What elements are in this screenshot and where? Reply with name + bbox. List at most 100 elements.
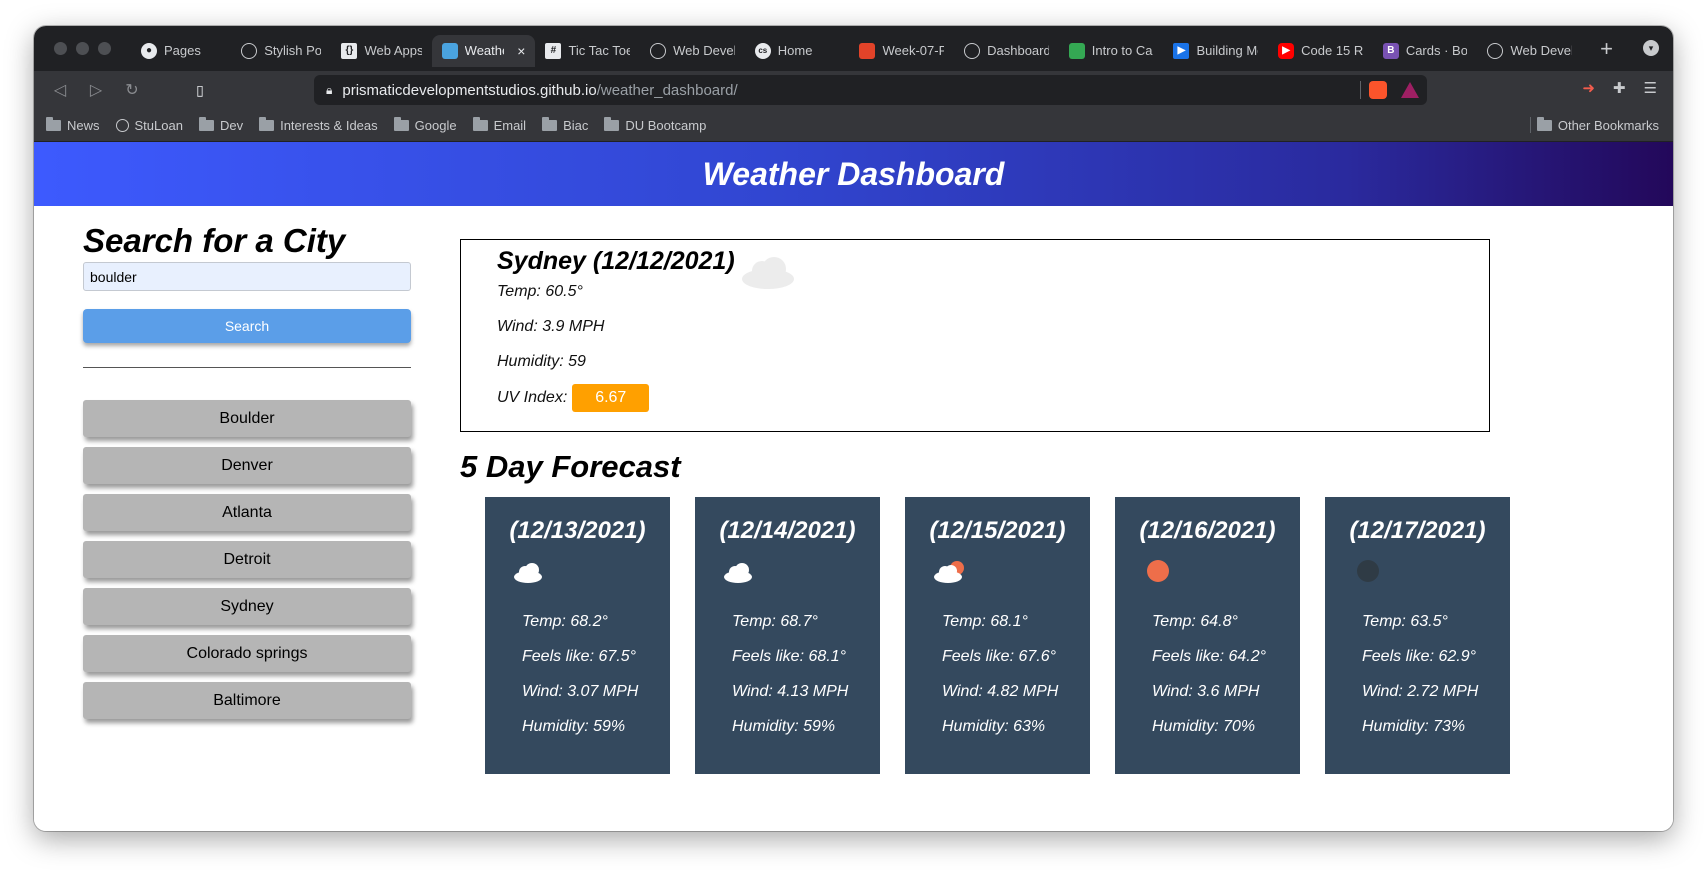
weather-icon [441, 42, 458, 59]
new-tab-button[interactable]: + [1600, 36, 1613, 62]
tab-web-develo-2[interactable]: Web Develo [1477, 35, 1582, 67]
tab-code-15[interactable]: ▶ Code 15 Re [1268, 35, 1373, 67]
forecast-temp: Temp: 68.7° [732, 613, 818, 630]
bookmark-dev[interactable]: Dev [198, 116, 243, 133]
braces-icon: {} [341, 42, 358, 59]
back-icon[interactable]: ◁ [42, 80, 78, 100]
forecast-feels: Feels like: 64.2° [1152, 648, 1267, 665]
history-button-detroit[interactable]: Detroit [83, 541, 411, 578]
forecast-date: (12/16/2021) [1139, 517, 1276, 544]
cloud-icon [514, 563, 542, 583]
address-bar[interactable]: 🔒︎ prismaticdevelopmentstudios.github.io… [314, 75, 1427, 105]
toolbar-right: ➜ ✚ ☰ [1582, 79, 1657, 97]
other-bookmarks-label: Other Bookmarks [1557, 117, 1659, 133]
folder-icon [472, 116, 488, 131]
tab-web-apps[interactable]: {} Web Apps [331, 35, 431, 67]
bookmark-stuloan[interactable]: StuLoan [115, 117, 183, 133]
tab-tic-tac-toe[interactable]: # Tic Tac Toe [535, 35, 640, 67]
brave-shields-icon[interactable] [1369, 81, 1387, 99]
sun-icon [1147, 560, 1169, 582]
brave-rewards-icon[interactable] [1401, 82, 1419, 98]
tab-intro-to-car[interactable]: Intro to Car [1059, 35, 1164, 67]
extension-icon[interactable]: ➜ [1582, 79, 1595, 97]
globe-icon [241, 42, 258, 59]
gitlab-icon [859, 42, 876, 59]
bookmark-label: News [67, 117, 100, 133]
tab-search-icon[interactable]: ▾ [1643, 40, 1659, 56]
forecast-row: (12/13/2021) Temp: 68.2° Feels like: 67.… [485, 497, 1510, 774]
cs-icon: cs [754, 42, 771, 59]
forward-icon[interactable]: ▷ [78, 80, 114, 100]
forecast-date: (12/17/2021) [1349, 517, 1486, 544]
forecast-card: (12/15/2021) Temp: 68.1° Feels like: 67.… [905, 497, 1090, 774]
tab-weather[interactable]: Weathe × [431, 34, 536, 67]
bookmark-google[interactable]: Google [393, 116, 457, 133]
city-search-input[interactable] [83, 262, 411, 291]
forecast-feels: Feels like: 67.5° [522, 648, 637, 665]
search-history: Boulder Denver Atlanta Detroit Sydney Co… [83, 400, 411, 719]
tab-label: Code 15 Re [1301, 43, 1363, 58]
close-tab-icon[interactable]: × [517, 43, 525, 59]
history-button-denver[interactable]: Denver [83, 447, 411, 484]
bookmark-label: StuLoan [134, 117, 183, 133]
tab-label: Dashboard [987, 43, 1049, 58]
tab-stylish-port[interactable]: Stylish Port [231, 35, 331, 67]
puzzle-extensions-icon[interactable]: ✚ [1613, 79, 1626, 97]
bookmark-email[interactable]: Email [472, 116, 526, 133]
bookmarks-bar: News StuLoan Dev Interests & Ideas Googl… [34, 109, 1673, 142]
page-content: Weather Dashboard Search for a City Sear… [34, 142, 1673, 831]
forecast-feels: Feels like: 68.1° [732, 648, 847, 665]
tab-pages[interactable]: ● Pages [131, 35, 231, 67]
bookmark-label: Google [414, 117, 457, 133]
reload-icon[interactable]: ↻ [114, 80, 150, 100]
cloud-icon [724, 563, 752, 583]
forecast-humidity: Humidity: 70% [1152, 718, 1256, 735]
bookmark-label: Interests & Ideas [280, 117, 378, 133]
bootstrap-icon: B [1382, 42, 1399, 59]
history-button-sydney[interactable]: Sydney [83, 588, 411, 625]
grid-icon: # [545, 42, 562, 59]
current-humidity: Humidity: 59 [497, 353, 586, 370]
forecast-feels: Feels like: 62.9° [1362, 648, 1477, 665]
forecast-date: (12/15/2021) [929, 517, 1066, 544]
tab-web-develo[interactable]: Web Develo [640, 35, 745, 67]
forecast-humidity: Humidity: 59% [732, 718, 836, 735]
minimize-window-button[interactable] [76, 42, 89, 55]
browser-window: ● Pages Stylish Port {} Web Apps Weathe … [34, 26, 1673, 831]
tab-label: Week-07-P [882, 43, 945, 58]
bookmark-news[interactable]: News [46, 116, 100, 133]
sun-cloud-icon [934, 561, 964, 583]
bookmark-biac[interactable]: Biac [542, 116, 588, 133]
browser-toolbar: ◁ ▷ ↻ ▯ 🔒︎ prismaticdevelopmentstudios.g… [34, 71, 1673, 109]
search-button[interactable]: Search [83, 309, 411, 343]
tab-dashboard[interactable]: Dashboard [954, 35, 1059, 67]
history-button-boulder[interactable]: Boulder [83, 400, 411, 437]
current-city-title: Sydney (12/12/2021) [497, 247, 735, 275]
history-button-atlanta[interactable]: Atlanta [83, 494, 411, 531]
history-button-baltimore[interactable]: Baltimore [83, 682, 411, 719]
search-panel: Search for a City Search Boulder Denver … [83, 222, 411, 719]
current-temp: Temp: 60.5° [497, 283, 583, 300]
tab-home[interactable]: cs Home [745, 35, 850, 67]
tab-week-07[interactable]: Week-07-P [849, 35, 954, 67]
forecast-wind: Wind: 2.72 MPH [1362, 683, 1479, 700]
bookmark-du-bootcamp[interactable]: DU Bootcamp [604, 116, 707, 133]
forecast-wind: Wind: 4.13 MPH [732, 683, 849, 700]
moon-icon [1357, 560, 1379, 582]
bookmarks-divider [1530, 117, 1531, 133]
menu-icon[interactable]: ☰ [1644, 79, 1657, 97]
search-heading: Search for a City [83, 222, 346, 259]
history-button-colorado-springs[interactable]: Colorado springs [83, 635, 411, 672]
bookmark-interests[interactable]: Interests & Ideas [259, 116, 378, 133]
bookmark-icon[interactable]: ▯ [190, 82, 210, 99]
current-weather-card: Sydney (12/12/2021) Temp: 60.5° Wind: 3.… [460, 239, 1490, 432]
forecast-humidity: Humidity: 63% [942, 718, 1046, 735]
forecast-wind: Wind: 3.6 MPH [1152, 683, 1260, 700]
forecast-card: (12/14/2021) Temp: 68.7° Feels like: 68.… [695, 497, 880, 774]
tab-building-mo[interactable]: ▶ Building Mo [1163, 35, 1268, 67]
bookmark-label: DU Bootcamp [625, 117, 707, 133]
maximize-window-button[interactable] [98, 42, 111, 55]
close-window-button[interactable] [54, 42, 67, 55]
tab-cards-boo[interactable]: B Cards · Boo [1373, 35, 1478, 67]
other-bookmarks[interactable]: Other Bookmarks [1536, 109, 1659, 141]
